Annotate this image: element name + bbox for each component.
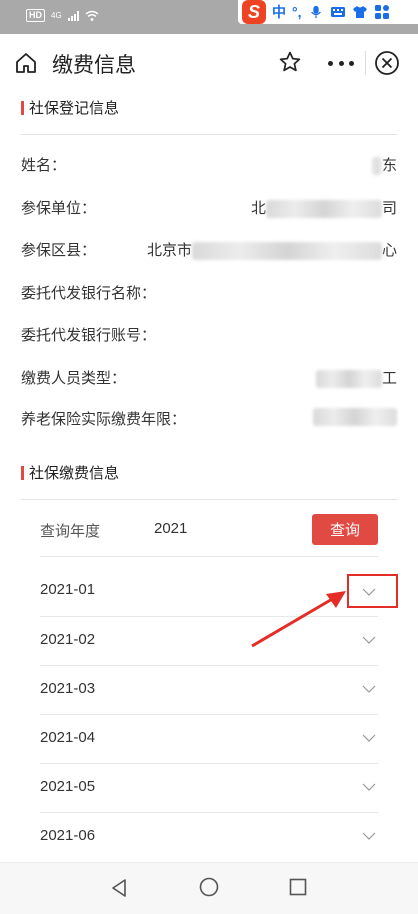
query-year-value[interactable]: 2021	[154, 520, 187, 537]
network-type: 4G	[51, 11, 62, 20]
star-icon[interactable]	[278, 50, 302, 74]
query-year-label: 查询年度	[40, 523, 101, 540]
ime-chinese-toggle[interactable]: 中	[272, 2, 286, 22]
info-row-employer: 参保单位： 北司	[21, 197, 397, 219]
info-row-bank-account: 委托代发银行账号：	[21, 327, 157, 344]
month-label: 2021-04	[40, 729, 96, 746]
info-row-pension-years: 养老保险实际缴费年限：	[21, 408, 397, 430]
info-value: 北京市心	[146, 242, 397, 261]
more-icon[interactable]	[328, 51, 354, 75]
month-label: 2021-06	[40, 827, 96, 844]
annotation-highlight-box	[347, 574, 398, 608]
redacted-blur	[265, 200, 382, 219]
section-marker	[21, 465, 24, 480]
signal-icon	[67, 10, 79, 21]
redacted-blur	[191, 242, 382, 261]
info-row-district: 参保区县： 北京市心	[21, 239, 397, 261]
microphone-icon[interactable]	[308, 5, 324, 19]
month-label: 2021-05	[40, 778, 96, 795]
info-row-name: 姓名： 东	[21, 154, 397, 176]
page-header: 缴费信息	[0, 34, 418, 92]
close-icon[interactable]	[374, 50, 400, 76]
home-circle-icon[interactable]	[198, 876, 220, 898]
wifi-icon	[85, 10, 99, 21]
chevron-down-icon[interactable]	[362, 733, 376, 743]
month-label: 2021-03	[40, 680, 96, 697]
back-triangle-icon[interactable]	[108, 877, 130, 899]
info-value: 工	[315, 367, 397, 389]
payment-section-title: 社保缴费信息	[21, 462, 119, 483]
chevron-down-icon[interactable]	[362, 782, 376, 792]
month-label: 2021-01	[40, 581, 96, 598]
header-divider	[365, 51, 366, 75]
skin-shirt-icon[interactable]	[352, 5, 368, 19]
sogou-logo-icon[interactable]: S	[242, 0, 266, 24]
section-marker	[21, 100, 24, 115]
info-value: 东	[371, 154, 397, 176]
status-indicators: HD 4G	[26, 9, 99, 22]
query-button[interactable]: 查询	[312, 514, 378, 545]
redacted-blur	[371, 157, 382, 176]
home-icon[interactable]	[14, 51, 38, 75]
month-label: 2021-02	[40, 631, 96, 648]
chevron-down-icon[interactable]	[362, 635, 376, 645]
chevron-down-icon[interactable]	[362, 831, 376, 841]
system-nav-bar	[0, 862, 418, 914]
recent-apps-icon[interactable]	[288, 877, 308, 897]
redacted-blur	[313, 408, 397, 427]
hd-badge: HD	[26, 9, 45, 22]
month-row[interactable]: 2021-06	[40, 812, 378, 861]
info-value: 北司	[250, 200, 397, 219]
ime-toolbar[interactable]: S 中 °,	[238, 0, 418, 24]
registration-section-title: 社保登记信息	[21, 97, 119, 118]
chevron-down-icon[interactable]	[362, 684, 376, 694]
annotation-arrow-icon	[251, 591, 346, 648]
keyboard-icon[interactable]	[330, 5, 346, 19]
section-divider	[21, 134, 397, 135]
redacted-blur	[315, 370, 382, 389]
apps-grid-icon[interactable]	[374, 5, 390, 19]
section-divider	[21, 499, 397, 500]
month-row[interactable]: 2021-04	[40, 714, 378, 763]
month-row[interactable]: 2021-03	[40, 665, 378, 714]
ime-punctuation-toggle[interactable]: °,	[292, 4, 302, 20]
info-row-person-type: 缴费人员类型： 工	[21, 367, 397, 389]
status-bar: HD 4G S 中 °,	[0, 0, 418, 34]
info-row-bank-name: 委托代发银行名称：	[21, 285, 157, 302]
info-value	[313, 408, 397, 427]
page-title: 缴费信息	[52, 54, 136, 77]
month-row[interactable]: 2021-05	[40, 763, 378, 812]
